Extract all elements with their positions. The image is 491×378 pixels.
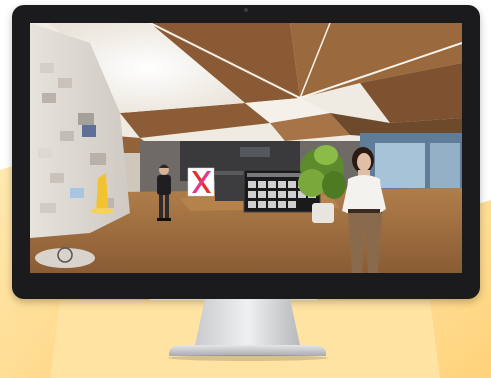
camera-icon xyxy=(244,8,248,12)
monitor-frame: X xyxy=(12,5,480,299)
virtual-office-scene: X xyxy=(30,23,462,273)
virtual-office-viewport[interactable]: X xyxy=(30,23,462,273)
logo-signboard: X xyxy=(187,167,215,197)
floor-rug xyxy=(35,247,95,268)
